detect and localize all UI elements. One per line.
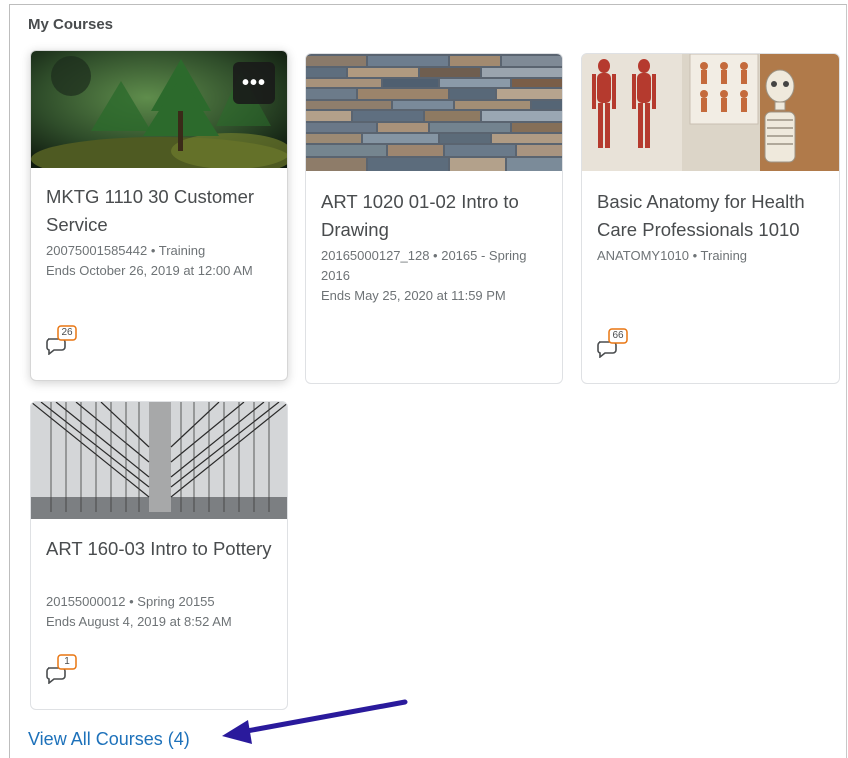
course-title[interactable]: Basic Anatomy for Health Care Profession… [597, 188, 829, 244]
course-card-mktg1110[interactable]: ••• MKTG 1110 30 Customer Service 200750… [30, 50, 288, 381]
course-code-semester: 20165000127_128 • 20165 - Spring 2016 [321, 248, 527, 283]
course-card-art160[interactable]: ART 160-03 Intro to Pottery 20155000012 … [30, 401, 288, 710]
course-card-art1020[interactable]: ART 1020 01-02 Intro to Drawing 20165000… [305, 53, 563, 384]
arrow-annotation-icon [222, 699, 408, 744]
course-image-anatomy-classroom [582, 54, 839, 171]
course-image-stone-wall [306, 54, 562, 171]
course-title[interactable]: ART 160-03 Intro to Pottery [46, 535, 277, 563]
notification-count: 26 [61, 327, 73, 338]
course-image-bridge-cables [31, 402, 287, 519]
course-code-semester: ANATOMY1010 • Training [597, 248, 748, 263]
discussion-notification-icon[interactable]: 1 [45, 654, 81, 685]
course-code-semester: 20155000012 • Spring 20155 [46, 594, 215, 609]
course-end-date: Ends October 26, 2019 at 12:00 AM [46, 263, 253, 278]
course-options-button[interactable]: ••• [233, 62, 275, 104]
discussion-notification-icon[interactable]: 66 [596, 328, 632, 359]
course-title[interactable]: MKTG 1110 30 Customer Service [46, 183, 277, 239]
notification-count: 1 [64, 656, 70, 667]
course-code-semester: 20075001585442 • Training [46, 243, 206, 258]
course-end-date: Ends May 25, 2020 at 11:59 PM [321, 288, 506, 303]
widget-title: My Courses [28, 16, 114, 33]
discussion-notification-icon[interactable]: 26 [45, 325, 81, 356]
course-end-date: Ends August 4, 2019 at 8:52 AM [46, 614, 232, 629]
view-all-courses-link[interactable]: View All Courses (4) [28, 729, 190, 750]
notification-count: 66 [612, 330, 624, 341]
course-card-anatomy1010[interactable]: Basic Anatomy for Health Care Profession… [581, 53, 840, 384]
course-title[interactable]: ART 1020 01-02 Intro to Drawing [321, 188, 552, 244]
